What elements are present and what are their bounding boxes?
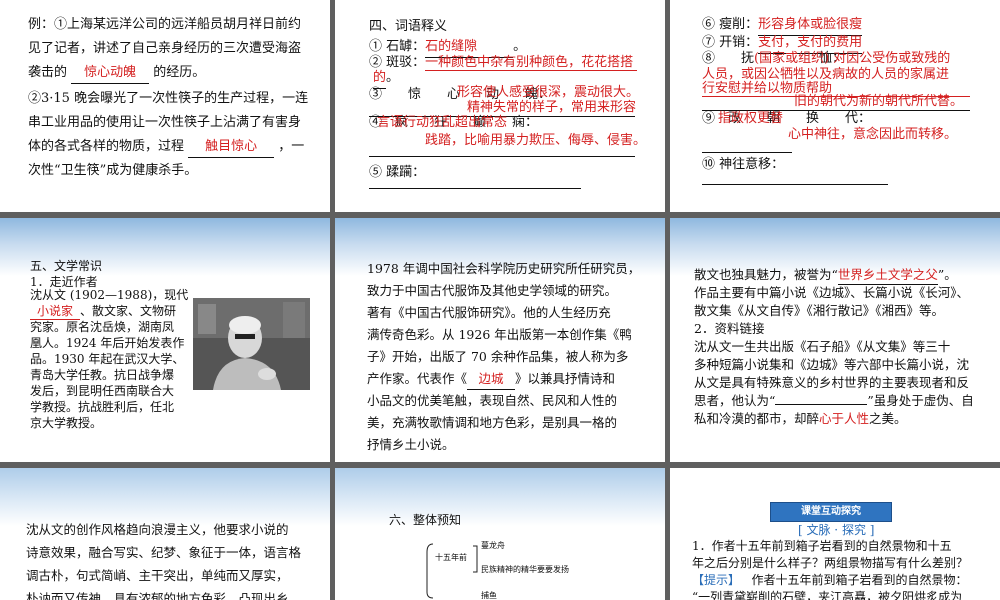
slide-6[interactable]: 散文也独具魅力，被誉为“世界乡土文学之父”。 作品主要有中篇小说《边城》、长篇小… — [670, 218, 1000, 462]
interactive-inquiry-label: 课堂互动探究 — [801, 506, 861, 517]
s9-section: [ 文脉 · 探究 ] — [798, 523, 875, 537]
mindmap-leaf-2: 民族精神的精华要要发扬 — [481, 565, 569, 574]
slide-3[interactable]: ⑥ 瘦削：形容身体或脸很瘦 ⑦ 开销：支付，支付的费用 ⑧ 抚 恤： (国家或组… — [670, 0, 1000, 212]
s1-line-6: 体的各式各样的物质，过程 触目惊心 ，一 — [28, 136, 304, 158]
s1-text: 体的各式各样的物质，过程 — [28, 139, 185, 154]
interactive-inquiry-button[interactable]: 课堂互动探究 — [770, 502, 892, 522]
s5-answer: 边城 — [478, 371, 504, 386]
s6-line-5: 多种短篇小说集和《边城》等六部中长篇小说，沈 — [694, 357, 970, 372]
author-photo — [193, 298, 310, 390]
mindmap-leaf-3: 捕鱼 — [481, 591, 497, 600]
s3-item-10-answer: 心中神往，意念因此而转移。 — [788, 127, 958, 142]
slide-8[interactable]: 六、整体预知 十五年前 蔓龙舟 民族精神的精华要要发扬 捕鱼 — [335, 468, 665, 600]
s4-line-8: 学教授。抗战胜利后，任北 — [30, 400, 175, 414]
s5-line-1: 1978 年调中国社会科学院历史研究所任研究员， — [367, 261, 641, 276]
s9-question-1: 1．作者十五年前到箱子岩看到的自然景物和十五 — [692, 539, 952, 553]
slide-4[interactable]: 五、文学常识 1．走近作者 沈从文 (1902—1988)，现代 小说家 、散文家… — [0, 218, 330, 462]
s5-line-6: 产作家。代表作《 边城 》以兼具抒情诗和 — [367, 368, 615, 390]
s4-line-9: 京大学教授。 — [30, 416, 103, 430]
s7-line-4: 朴讷而又传神，具有浓郁的地方色彩，凸现出乡 — [26, 591, 289, 600]
s4-line-3: 究家。原名沈岳焕，湖南凤 — [30, 320, 175, 334]
s4-line-5: 品。1930 年起在武汉大学、 — [30, 352, 185, 366]
slide-7[interactable]: 沈从文的创作风格趋向浪漫主义，他要求小说的 诗意效果，融合写实、纪梦、象征于一体… — [0, 468, 330, 600]
s1-answer-2: 触目惊心 — [188, 136, 275, 158]
mindmap-brackets — [426, 543, 478, 599]
slide-1[interactable]: 例：①上海某远洋公司的远洋船员胡月祥日前约 见了记者，讲述了自己亲身经历的三次遭… — [0, 0, 330, 212]
s2-item-5: ⑤ 蹂躏： — [369, 165, 426, 180]
s4-line-7: 发后，到昆明任西南联合大 — [30, 384, 175, 398]
s5-line-9: 抒情乡土小说。 — [367, 437, 455, 452]
s1-text: ，一 — [278, 139, 305, 154]
s6-answer-1: 世界乡土文学之父 — [837, 267, 938, 282]
s1-line-1: 例：①上海某远洋公司的远洋船员胡月祥日前约 — [28, 17, 302, 32]
s7-line-3: 调古朴，句式简峭、主干突出，单纯而又厚实， — [26, 568, 289, 583]
s6-subheading: 2．资料链接 — [694, 321, 765, 336]
s1-line-4: ②3·15 晚会曝光了一次性筷子的生产过程，一连 — [28, 91, 309, 106]
s1-line-5: 串工业用品的使用让一次性筷子上沾满了有害身 — [28, 115, 302, 130]
s5-line-3: 著有《中国古代服饰研究》。他的人生经历充 — [367, 305, 611, 320]
s7-line-1: 沈从文的创作风格趋向浪漫主义，他要求小说的 — [26, 522, 289, 537]
s9-answer-2: “一列青黛崭削的石壁，夹江高矗，被夕阳烘炙成为 — [692, 590, 963, 600]
s6-line-1: 散文也独具魅力，被誉为“世界乡土文学之父”。 — [694, 266, 957, 285]
s9-question-2: 年之后分别是什么样子？两组景物描写有什么差别？ — [692, 556, 969, 570]
slide-2[interactable]: 四、词语释义 ① 石罅：石的缝隙。 ② 斑驳：一种颜色中杂有别种颜色，花花搭搭 … — [335, 0, 665, 212]
s9-answer-1: 【提示】 作者十五年前到箱子岩看到的自然景物： — [692, 573, 968, 587]
s6-line-3: 散文集《从文自传》《湘行散记》《湘西》等。 — [694, 303, 945, 318]
s1-answer-1: 惊心动魄 — [71, 62, 150, 84]
s3-item-9-answer: 指政权更替 — [718, 111, 784, 126]
s4-line-1: 沈从文 (1902—1988)，现代 — [30, 288, 189, 302]
s6-line-7: 思者，他认为“ ”虽身处于虚伪、自 — [694, 393, 974, 408]
s4-answer: 小说家 — [30, 303, 80, 320]
s6-line-6: 从文是具有特殊意义的乡村世界的主要表现者和反 — [694, 375, 970, 390]
s5-line-4: 满传奇色彩。从 1926 年出版第一本创作集《鸭 — [367, 327, 632, 342]
s6-answer-2: 心于人性 — [819, 411, 870, 426]
s6-line-2: 作品主要有中篇小说《边城》、长篇小说《长河》、 — [694, 285, 970, 300]
s2-heading: 四、词语释义 — [369, 19, 448, 34]
s7-line-2: 诗意效果，融合写实、纪梦、象征于一体，语言格 — [26, 545, 302, 560]
s3-item-10: ⑩ 神往意移： — [702, 157, 785, 172]
mindmap-node-1: 十五年前 — [435, 553, 467, 562]
s4-line-4: 凰人。1924 年后开始发表作 — [30, 336, 185, 350]
mindmap-leaf-1: 蔓龙舟 — [481, 541, 505, 550]
hint-label: 【提示】 — [692, 573, 741, 587]
s2-item-5-answer: 践踏，比喻用暴力欺压、侮辱、侵害。 — [425, 133, 647, 148]
slide-9[interactable]: 课堂互动探究 [ 文脉 · 探究 ] 1．作者十五年前到箱子岩看到的自然景物和十… — [670, 468, 1000, 600]
s5-line-5: 子》开始，出版了 70 余种作品集，被人称为多 — [367, 349, 629, 364]
s6-line-4: 沈从文一生共出版《石子船》《从文集》等三十 — [694, 339, 951, 354]
s4-line-6: 青岛大学任教。抗日战争爆 — [30, 368, 175, 382]
slide-5[interactable]: 1978 年调中国社会科学院历史研究所任研究员， 致力于中国古代服饰及其他史学领… — [335, 218, 665, 462]
s1-line-7: 次性“卫生筷”成为健康杀手。 — [28, 163, 198, 178]
s1-text: 的经历。 — [153, 65, 206, 80]
s5-line-8: 美，充满牧歌情调和地方色彩，是别具一格的 — [367, 415, 618, 430]
s4-line-2: 小说家 、散文家、文物研 — [30, 303, 176, 320]
s5-line-2: 致力于中国古代服饰及其他史学领域的研究。 — [367, 283, 618, 298]
s6-line-8: 私和冷漠的都市，却醉心于人性之美。 — [694, 411, 907, 426]
s5-line-7: 小品文的优美笔触，表现自然、民风和人性的 — [367, 393, 618, 408]
s1-line-3: 袭击的 惊心动魄 的经历。 — [28, 62, 205, 84]
s1-text: 袭击的 — [28, 65, 68, 80]
s1-line-2: 见了记者，讲述了自己亲身经历的三次遭受海盗 — [28, 41, 302, 56]
